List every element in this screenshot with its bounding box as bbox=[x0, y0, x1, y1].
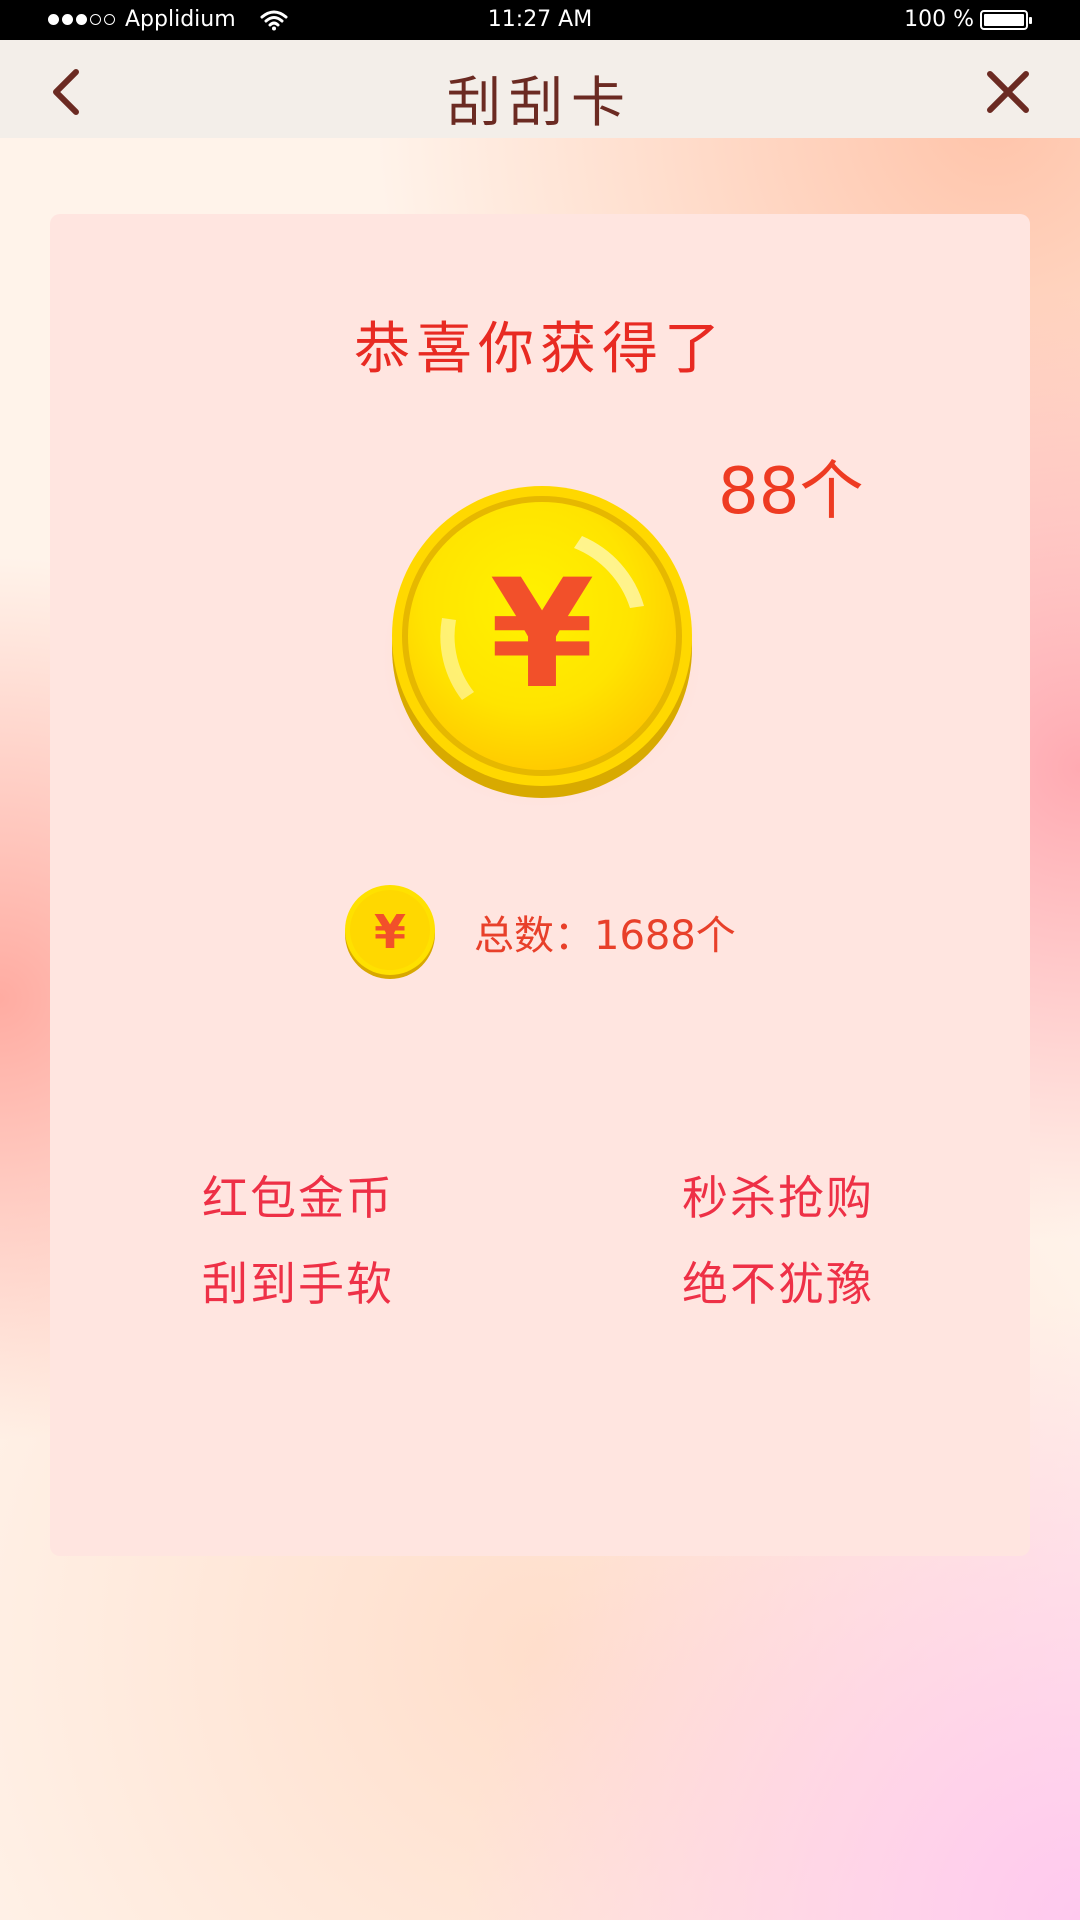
status-right: 100 % bbox=[904, 7, 1032, 32]
slogan-text: 绝不犹豫 bbox=[682, 1257, 874, 1311]
battery-icon bbox=[980, 9, 1032, 30]
congrats-heading: 恭喜你获得了 bbox=[354, 317, 726, 382]
slogan-text: 红包金币 bbox=[202, 1171, 394, 1225]
page-title: 刮刮卡 bbox=[447, 71, 633, 134]
close-button[interactable] bbox=[980, 60, 1036, 120]
slogan-text: 刮到手软 bbox=[202, 1257, 394, 1311]
close-icon bbox=[987, 71, 1029, 113]
coin-symbol: ¥ bbox=[490, 548, 594, 722]
total-row: ¥ 总数：1688个 bbox=[342, 884, 736, 980]
svg-text:¥: ¥ bbox=[374, 905, 406, 959]
battery-percent: 100 % bbox=[904, 7, 974, 32]
reward-card: 恭喜你获得了 88个 ¥ ¥ 总数：1688个 红包金币 秒杀抢购 刮到手软 绝… bbox=[50, 214, 1030, 1556]
gold-coin-icon: ¥ bbox=[382, 486, 702, 808]
nav-bar: 刮刮卡 bbox=[0, 40, 1080, 138]
total-count: 总数：1688个 bbox=[474, 913, 736, 959]
small-coin-icon: ¥ bbox=[345, 885, 435, 979]
slogan-text: 秒杀抢购 bbox=[682, 1171, 874, 1225]
reward-amount: 88个 bbox=[718, 455, 864, 529]
status-bar: Applidium 11:27 AM 100 % bbox=[0, 0, 1080, 40]
